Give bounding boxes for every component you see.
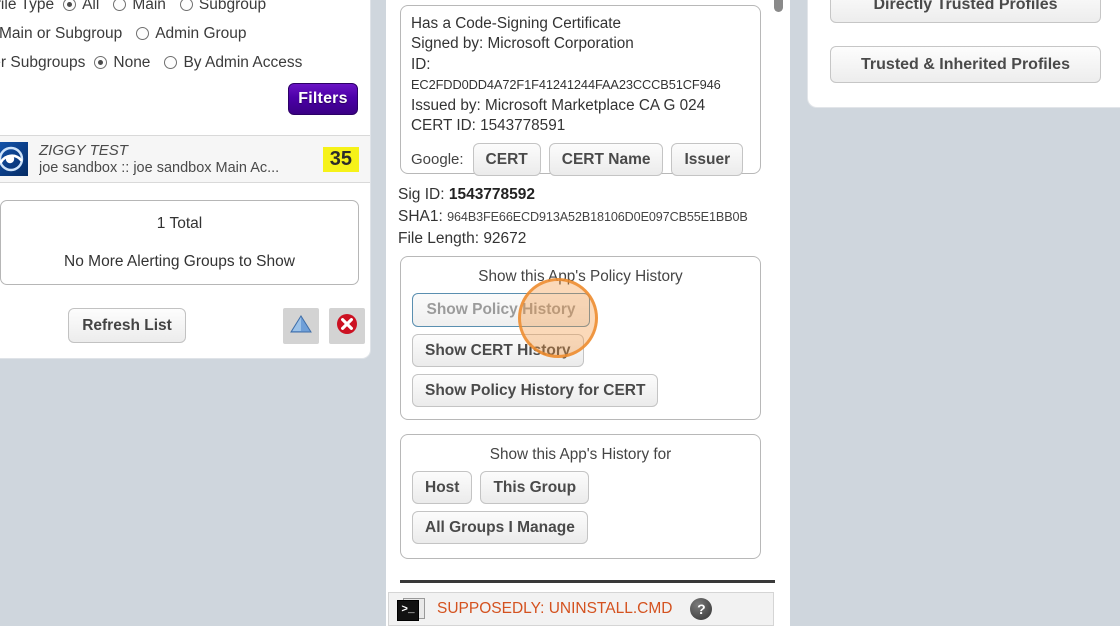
sig-id-label: Sig ID:	[398, 186, 445, 203]
cert-issued-by: Issued by: Microsoft Marketplace CA G 02…	[411, 96, 750, 116]
sig-id-value: 1543778592	[449, 186, 535, 203]
app-history-title: Show this App's History for	[401, 446, 760, 464]
radio-label: Main or Subgroup	[0, 25, 122, 43]
file-length-line: File Length: 92672	[398, 228, 788, 250]
center-panel-scrollbar[interactable]	[776, 0, 787, 626]
show-policy-history-for-cert-button[interactable]: Show Policy History for CERT	[412, 374, 658, 407]
radio-label: Main	[132, 0, 166, 14]
google-cert-button[interactable]: CERT	[473, 143, 541, 176]
cmd-script-icon: >_	[397, 598, 425, 621]
filter-controls: ofile Type All Main Subgroup Main or S	[0, 0, 370, 77]
file-length-value: 92672	[483, 230, 526, 247]
app-history-box: Show this App's History for Host This Gr…	[400, 434, 761, 559]
google-lookup-row: Google: CERT CERT Name Issuer	[411, 143, 750, 176]
directly-trusted-profiles-button[interactable]: Directly Trusted Profiles	[830, 0, 1101, 23]
alerting-groups-panel: ofile Type All Main Subgroup Main or S	[0, 0, 371, 359]
no-more-groups-text: No More Alerting Groups to Show	[64, 253, 295, 271]
filters-button[interactable]: Filters	[288, 83, 358, 115]
radio-indicator[interactable]	[164, 56, 177, 69]
alerting-group-row[interactable]: ZIGGY TEST joe sandbox :: joe sandbox Ma…	[0, 135, 371, 183]
collapse-button[interactable]	[283, 308, 319, 344]
profile-type-filter-row: ofile Type All Main Subgroup	[0, 0, 370, 19]
total-summary-box: 1 Total No More Alerting Groups to Show	[0, 200, 359, 285]
app-history-row-2: All Groups I Manage	[401, 511, 760, 544]
section-divider	[400, 580, 775, 583]
filter-subgroups-row: ter Subgroups None By Admin Access	[0, 48, 370, 77]
policy-history-title: Show this App's Policy History	[401, 268, 760, 286]
certificate-box: Has a Code-Signing Certificate Signed by…	[400, 5, 761, 174]
profile-type-label: ofile Type	[0, 0, 54, 14]
app-root: ofile Type All Main Subgroup Main or S	[0, 0, 1120, 626]
radio-indicator[interactable]	[63, 0, 76, 11]
globe-swirl-icon	[0, 142, 28, 176]
radio-indicator[interactable]	[94, 56, 107, 69]
app-details-panel: Has a Code-Signing Certificate Signed by…	[386, 0, 790, 626]
file-length-label: File Length:	[398, 230, 479, 247]
radio-indicator[interactable]	[136, 27, 149, 40]
profiles-panel: Directly Trusted Profiles Trusted & Inhe…	[807, 0, 1120, 108]
sha1-value: 964B3FE66ECD913A52B18106D0E097CB55E1BB0B	[447, 210, 748, 224]
cert-id-number: CERT ID: 1543778591	[411, 116, 750, 136]
cert-has-signing-cert: Has a Code-Signing Certificate	[411, 14, 750, 34]
file-list-item[interactable]: >_ SUPPOSEDLY: UNINSTALL.CMD ?	[388, 592, 774, 626]
radio-profile-type-subgroup[interactable]: Subgroup	[180, 0, 266, 14]
sha1-line: SHA1: 964B3FE66ECD913A52B18106D0E097CB55…	[398, 206, 788, 229]
cert-signed-by: Signed by: Microsoft Corporation	[411, 34, 750, 54]
radio-profile-type-main-or-subgroup[interactable]: Main or Subgroup	[0, 25, 122, 43]
alerting-group-subtitle: joe sandbox :: joe sandbox Main Ac...	[39, 159, 323, 177]
profile-type-filter-row-2: Main or Subgroup Admin Group	[0, 19, 370, 48]
filter-subgroups-label: ter Subgroups	[0, 54, 85, 72]
cert-id-label: ID:	[411, 55, 750, 75]
radio-label: None	[113, 54, 150, 72]
radio-label: Admin Group	[155, 25, 246, 43]
close-button[interactable]	[329, 308, 365, 344]
radio-indicator[interactable]	[180, 0, 193, 11]
radio-label: All	[82, 0, 99, 14]
history-host-button[interactable]: Host	[412, 471, 472, 504]
show-policy-history-button[interactable]: Show Policy History	[412, 293, 590, 327]
radio-indicator[interactable]	[113, 0, 126, 11]
sig-id-line: Sig ID: 1543778592	[398, 184, 788, 206]
policy-history-row-2: Show CERT History	[401, 334, 760, 367]
alerting-group-name: ZIGGY TEST	[39, 142, 323, 159]
history-all-groups-button[interactable]: All Groups I Manage	[412, 511, 588, 544]
radio-subgroups-none[interactable]: None	[94, 54, 150, 72]
refresh-list-button[interactable]: Refresh List	[68, 308, 186, 343]
google-label: Google:	[411, 151, 464, 168]
google-cert-name-button[interactable]: CERT Name	[549, 143, 664, 176]
radio-profile-type-admin-group[interactable]: Admin Group	[136, 25, 246, 43]
policy-history-box: Show this App's Policy History Show Poli…	[400, 256, 761, 420]
alerting-group-text: ZIGGY TEST joe sandbox :: joe sandbox Ma…	[39, 142, 323, 177]
total-count-text: 1 Total	[157, 215, 202, 233]
red-x-circle-icon	[335, 312, 359, 341]
app-history-row-1: Host This Group	[401, 471, 760, 504]
sha1-label: SHA1:	[398, 208, 443, 225]
trusted-inherited-profiles-button[interactable]: Trusted & Inherited Profiles	[830, 46, 1101, 83]
show-cert-history-button[interactable]: Show CERT History	[412, 334, 584, 367]
policy-history-row-3: Show Policy History for CERT	[401, 374, 760, 407]
question-circle-icon[interactable]: ?	[690, 598, 712, 620]
policy-history-row-1: Show Policy History	[401, 293, 760, 327]
radio-label: Subgroup	[199, 0, 266, 14]
history-this-group-button[interactable]: This Group	[480, 471, 589, 504]
cert-id-value: EC2FDD0DD4A72F1F41241244FAA23CCCB51CF946	[411, 75, 750, 95]
alerting-group-count-badge: 35	[323, 147, 359, 172]
scrollbar-thumb[interactable]	[774, 0, 783, 12]
radio-subgroups-by-admin-access[interactable]: By Admin Access	[164, 54, 302, 72]
blue-triangle-up-icon	[289, 314, 313, 339]
radio-profile-type-main[interactable]: Main	[113, 0, 166, 14]
google-issuer-button[interactable]: Issuer	[671, 143, 743, 176]
file-name-label: SUPPOSEDLY: UNINSTALL.CMD	[437, 600, 672, 618]
radio-label: By Admin Access	[183, 54, 302, 72]
signature-info: Sig ID: 1543778592 SHA1: 964B3FE66ECD913…	[398, 184, 788, 250]
radio-profile-type-all[interactable]: All	[63, 0, 99, 14]
